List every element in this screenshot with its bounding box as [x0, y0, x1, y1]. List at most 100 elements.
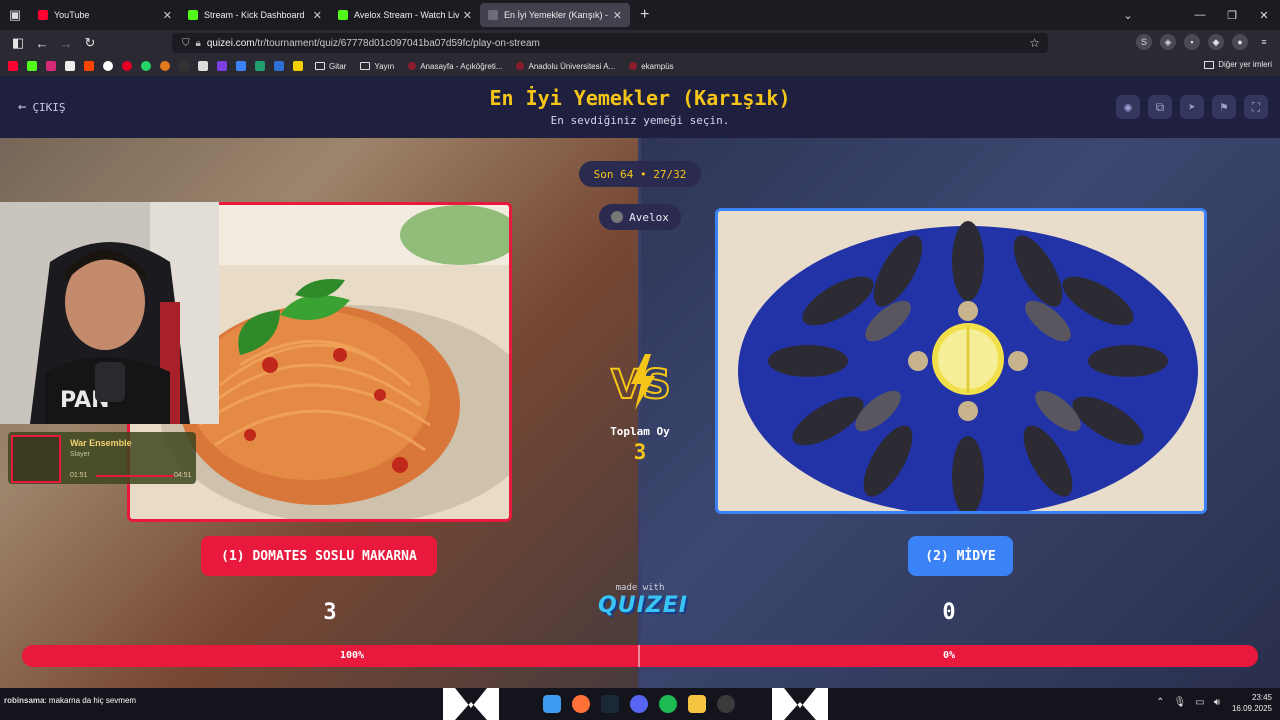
bookmark-anasayfa[interactable]: Anasayfa - Açıköğreti... — [408, 62, 502, 71]
option-right-card[interactable] — [715, 208, 1207, 514]
microphone-icon[interactable]: 🎙︎ — [1174, 697, 1187, 708]
song-duration: 04:51 — [174, 472, 192, 479]
site-bookmark-icon[interactable] — [198, 61, 208, 71]
extension-icon[interactable]: ◆ — [1208, 34, 1224, 50]
reload-icon[interactable]: ↻ — [78, 35, 102, 51]
sidebar-icon[interactable]: ◧ — [6, 35, 30, 51]
site-bookmark-icon[interactable] — [274, 61, 284, 71]
chat-username: robinsama — [4, 696, 45, 705]
lock-icon: 🔒︎ — [195, 37, 201, 49]
left-vote-count: 3 — [323, 600, 337, 625]
vote-left-button[interactable]: (1) DOMATES SOSLU MAKARNA — [201, 536, 437, 576]
tab-youtube[interactable]: YouTube ✕ — [30, 0, 180, 30]
quiz-page: ← ÇIKIŞ En İyi Yemekler (Karışık) En sev… — [0, 76, 1280, 688]
bookmark-label: Anadolu Üniversitesi A... — [528, 61, 616, 71]
site-bookmark-icon[interactable] — [160, 61, 170, 71]
eye-icon[interactable]: ◉ — [1116, 95, 1140, 119]
tab-list-icon[interactable]: ▣ — [0, 0, 30, 30]
send-icon[interactable]: ➤ — [1180, 95, 1204, 119]
youtube-bookmark-icon[interactable] — [8, 61, 18, 71]
bookmark-anadolu[interactable]: Anadolu Üniversitesi A... — [516, 62, 615, 71]
shield-icon[interactable]: ⛉ — [182, 38, 190, 49]
song-title: War Ensemble — [70, 438, 132, 448]
reddit-bookmark-icon[interactable] — [84, 61, 94, 71]
right-vote-count: 0 — [942, 600, 956, 625]
made-with-label: made with — [615, 583, 665, 593]
close-tab-icon[interactable]: ✕ — [613, 9, 622, 22]
quizei-favicon-icon — [488, 10, 498, 20]
firefox-icon[interactable] — [572, 695, 590, 713]
chevron-up-icon[interactable]: ⌃ — [1156, 697, 1164, 708]
new-tab-icon[interactable]: + — [640, 6, 649, 24]
kick-icon — [338, 10, 348, 20]
site-bookmark-icon[interactable] — [255, 61, 265, 71]
display-icon[interactable]: ▭ — [1195, 697, 1204, 708]
close-tab-icon[interactable]: ✕ — [463, 9, 472, 22]
youtube-icon — [38, 10, 48, 20]
chat-text: : makarna da hiç sevmem — [44, 696, 137, 705]
close-tab-icon[interactable]: ✕ — [313, 9, 322, 22]
obs-icon[interactable] — [717, 695, 735, 713]
extensions-area: S ◈ ▪ ◆ ● ≡ — [1136, 34, 1272, 50]
pinterest-bookmark-icon[interactable] — [122, 61, 132, 71]
bookmark-folder-gitar[interactable]: Gitar — [315, 62, 346, 71]
quizei-logo: QUIZEI — [598, 593, 688, 618]
mussels-image — [718, 211, 1204, 511]
menu-icon[interactable]: ≡ — [1256, 34, 1272, 50]
bookmarks-bar: Gitar Yayın Anasayfa - Açıköğreti... Ana… — [0, 56, 1280, 76]
spotify-icon[interactable] — [659, 695, 677, 713]
close-window-icon[interactable]: ✕ — [1248, 9, 1280, 22]
steam-icon[interactable] — [601, 695, 619, 713]
quiz-header: ← ÇIKIŞ En İyi Yemekler (Karışık) En sev… — [0, 76, 1280, 138]
fullscreen-icon[interactable]: ⛶ — [1244, 95, 1268, 119]
vote-right-button[interactable]: (2) MİDYE — [908, 536, 1013, 576]
extension-icon[interactable]: ▪ — [1184, 34, 1200, 50]
tab-kick-dashboard[interactable]: Stream - Kick Dashboard ✕ — [180, 0, 330, 30]
site-bookmark-icon[interactable] — [236, 61, 246, 71]
restore-icon[interactable]: ❐ — [1216, 9, 1248, 22]
instagram-bookmark-icon[interactable] — [46, 61, 56, 71]
bookmark-star-icon[interactable]: ☆ — [1029, 36, 1040, 50]
tab-title: YouTube — [54, 10, 90, 20]
total-votes-label: Toplam Oy — [610, 425, 670, 438]
site-bookmark-icon[interactable] — [293, 61, 303, 71]
kick-icon — [188, 10, 198, 20]
flag-icon[interactable]: ⚑ — [1212, 95, 1236, 119]
other-bookmarks[interactable]: Diğer yer imleri — [1204, 60, 1272, 69]
bookmark-label: Gitar — [329, 61, 347, 71]
file-explorer-icon[interactable] — [688, 695, 706, 713]
tab-avelox-stream[interactable]: Avelox Stream - Watch Live on Kick ✕ — [330, 0, 480, 30]
extensions-puzzle-icon[interactable]: ◈ — [1160, 34, 1176, 50]
link-icon[interactable]: ⧉ — [1148, 95, 1172, 119]
bookmark-folder-yayin[interactable]: Yayın — [360, 62, 394, 71]
url-host: quizei.com — [206, 37, 255, 49]
volume-icon[interactable]: 🔊︎ — [1214, 697, 1220, 708]
minimize-icon[interactable]: — — [1184, 9, 1216, 21]
tab-title: Stream - Kick Dashboard — [204, 10, 305, 20]
x-bookmark-icon[interactable] — [65, 61, 75, 71]
clock[interactable]: 23:45 16.09.2025 — [1232, 692, 1272, 714]
profile-avatar-icon[interactable]: ● — [1232, 34, 1248, 50]
vote-progress-left-fill — [22, 645, 1258, 667]
folder-icon — [360, 62, 371, 70]
taskbar: robinsama: makarna da hiç sevmem ⌃ 🎙︎ ▭ … — [0, 688, 1280, 720]
forward-icon[interactable]: → — [54, 36, 78, 51]
windows-start-icon[interactable] — [543, 695, 561, 713]
extension-icon[interactable]: S — [1136, 34, 1152, 50]
whatsapp-bookmark-icon[interactable] — [141, 61, 151, 71]
close-tab-icon[interactable]: ✕ — [163, 9, 172, 22]
tiktok-bookmark-icon[interactable] — [103, 61, 113, 71]
bookmark-label: Yayın — [374, 61, 395, 71]
bookmark-ekampus[interactable]: ekampüs — [629, 62, 674, 71]
site-bookmark-icon[interactable] — [217, 61, 227, 71]
back-icon[interactable]: ← — [30, 36, 54, 51]
total-votes-value: 3 — [633, 440, 647, 464]
discord-icon[interactable] — [630, 695, 648, 713]
kick-bookmark-icon[interactable] — [27, 61, 37, 71]
tab-quizei[interactable]: En İyi Yemekler (Karışık) - Quizei ✕ — [480, 3, 630, 27]
quiz-subtitle: En sevdiğiniz yemeği seçin. — [550, 114, 730, 127]
site-bookmark-icon[interactable] — [179, 61, 189, 71]
made-with-quizei[interactable]: made with QUIZEI — [598, 583, 688, 618]
url-bar[interactable]: ⛉ 🔒︎ quizei.com/tr/tournament/quiz/67778… — [172, 33, 1048, 53]
list-all-tabs-icon[interactable]: ⌄ — [1112, 9, 1144, 22]
